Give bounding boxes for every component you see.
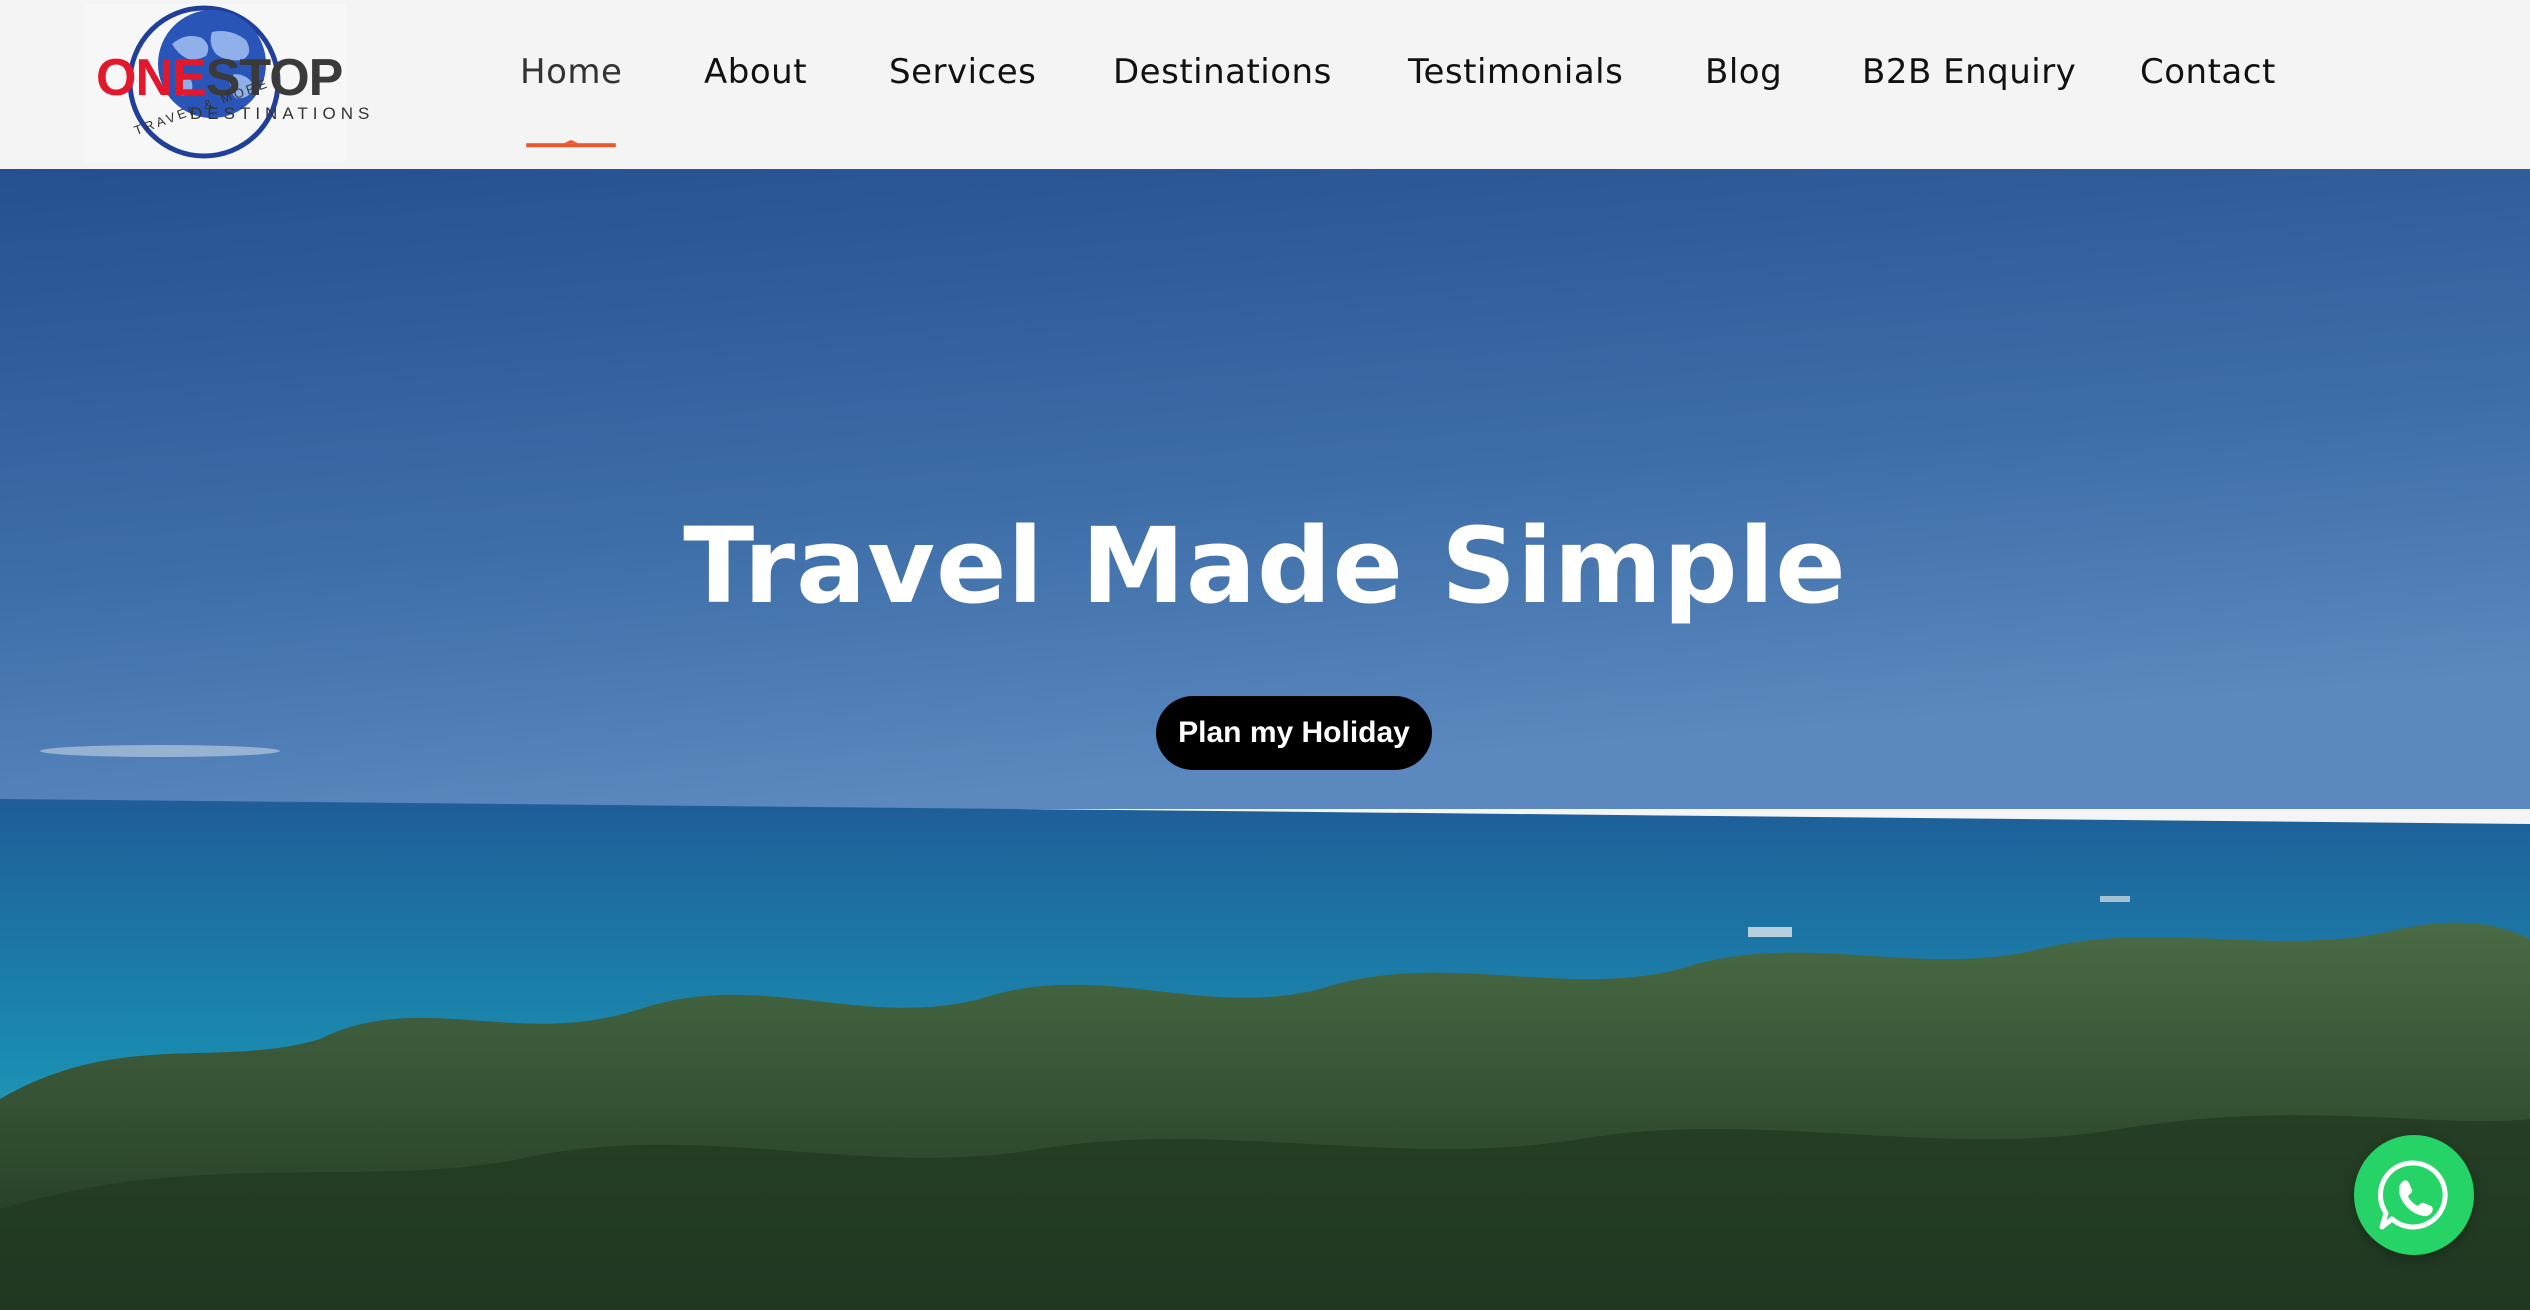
whatsapp-icon <box>2377 1160 2448 1230</box>
plan-holiday-button[interactable]: Plan my Holiday <box>1156 696 1432 770</box>
onestop-logo[interactable]: ONESTOP DESTINATIONS TRAVEL & MORE <box>84 4 369 162</box>
nav-contact[interactable]: Contact <box>2140 52 2276 92</box>
nav-destinations[interactable]: Destinations <box>1113 52 1332 92</box>
nav-about[interactable]: About <box>704 52 807 92</box>
hero-section: Travel Made Simple Plan my Holiday <box>0 169 2530 1310</box>
nav-services[interactable]: Services <box>889 52 1036 92</box>
nav-home[interactable]: Home <box>520 52 622 92</box>
active-nav-indicator <box>526 140 616 148</box>
site-header: ONESTOP DESTINATIONS TRAVEL & MORE Home … <box>0 0 2530 169</box>
nav-b2b-enquiry[interactable]: B2B Enquiry <box>1862 52 2076 92</box>
nav-blog[interactable]: Blog <box>1705 52 1782 92</box>
nav-testimonials[interactable]: Testimonials <box>1408 52 1623 92</box>
hero-title: Travel Made Simple <box>683 505 1847 627</box>
whatsapp-button[interactable] <box>2354 1135 2474 1255</box>
